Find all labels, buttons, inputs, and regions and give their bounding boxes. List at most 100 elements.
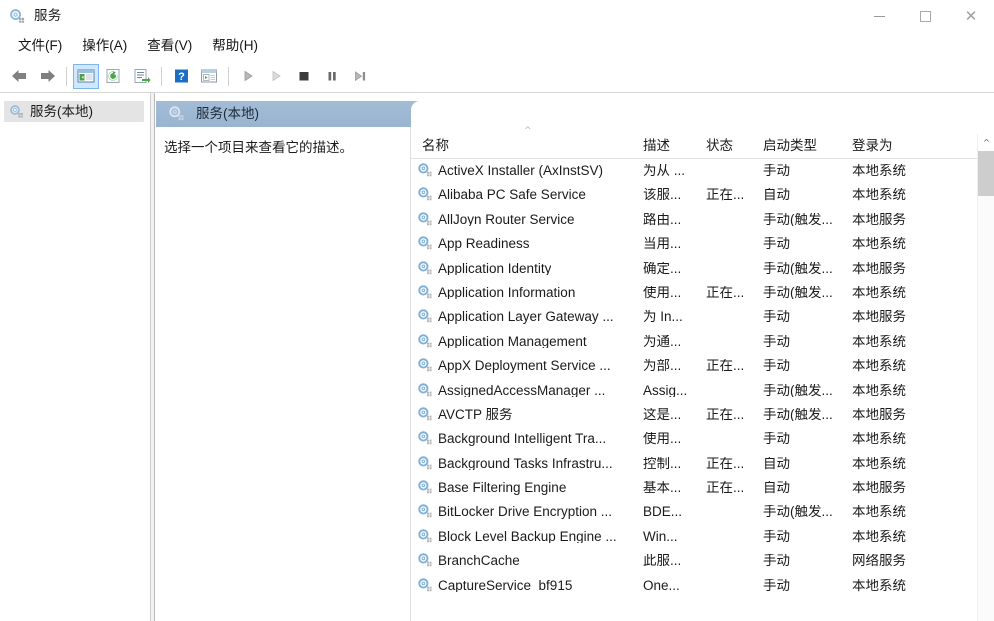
service-name-cell: Application Identity <box>438 261 552 276</box>
service-description-cell: 确定... <box>643 261 682 276</box>
column-header-name[interactable]: 名称 <box>422 134 449 153</box>
service-name-cell: BranchCache <box>438 554 520 568</box>
service-description-cell: 此服... <box>643 554 682 568</box>
column-headers: 名称 描述 状态 启动类型 登录为 <box>411 134 977 159</box>
service-gear-icon <box>417 260 434 277</box>
service-logon-cell: 本地服务 <box>852 212 906 227</box>
table-row[interactable]: Block Level Backup Engine ... Win... 手动 本地系… <box>411 525 977 549</box>
table-row[interactable]: Background Tasks Infrastru... 控制... 正在... 自… <box>411 452 977 476</box>
services-gear-icon <box>9 8 26 25</box>
service-startup-type-cell: 手动(触发... <box>763 212 833 227</box>
scrollbar-track[interactable] <box>978 151 994 621</box>
service-gear-icon <box>417 503 434 520</box>
service-logon-cell: 本地系统 <box>852 578 906 593</box>
refresh-icon[interactable] <box>101 64 127 89</box>
service-name-cell: Application Layer Gateway ... <box>438 310 614 324</box>
forward-arrow-icon[interactable] <box>34 64 60 89</box>
menu-bar: 文件(F) 操作(A) 查看(V) 帮助(H) <box>0 32 994 60</box>
service-name-cell: CaptureService_bf915 <box>438 578 573 593</box>
service-description-cell: 控制... <box>643 456 682 471</box>
table-row[interactable]: BranchCache 此服... 手动 网络服务 <box>411 549 977 573</box>
service-status-cell: 正在... <box>706 456 745 471</box>
column-header-startup[interactable]: 启动类型 <box>763 134 817 153</box>
table-row[interactable]: Alibaba PC Safe Service 该服... 正在... 自动 本地系统 <box>411 183 977 207</box>
service-startup-type-cell: 手动(触发... <box>763 261 833 276</box>
service-logon-cell: 网络服务 <box>852 554 906 568</box>
service-name-cell: Base Filtering Engine <box>438 481 567 495</box>
maximize-icon[interactable] <box>902 0 948 32</box>
service-status-cell: 正在... <box>706 407 745 422</box>
table-row[interactable]: Application Management 为通... 手动 本地系统 <box>411 330 977 354</box>
service-name-cell: Application Information <box>438 285 576 300</box>
show-hide-console-tree-icon[interactable] <box>73 63 99 89</box>
service-name-cell: AVCTP 服务 <box>438 407 513 422</box>
properties-icon[interactable] <box>196 64 222 89</box>
vertical-scrollbar[interactable]: ^ <box>977 134 994 621</box>
table-row[interactable]: CaptureService_bf915 One... 手动 本地系统 <box>411 574 977 598</box>
table-row[interactable]: Application Layer Gateway ... 为 In... 手动 本地… <box>411 305 977 329</box>
table-row[interactable]: Base Filtering Engine 基本... 正在... 自动 本地服务 <box>411 476 977 500</box>
service-startup-type-cell: 手动 <box>763 310 790 324</box>
service-gear-icon <box>417 430 434 447</box>
column-header-description[interactable]: 描述 <box>643 134 670 153</box>
export-list-icon[interactable] <box>129 64 155 89</box>
restart-service-icon[interactable] <box>347 64 373 89</box>
table-row[interactable]: AppX Deployment Service ... 为部... 正在... 手动 本… <box>411 354 977 378</box>
service-logon-cell: 本地系统 <box>852 285 906 300</box>
service-description-cell: 为从 ... <box>643 164 686 178</box>
service-gear-icon <box>417 455 434 472</box>
table-row[interactable]: AssignedAccessManager ... Assig... 手动(触发..… <box>411 379 977 403</box>
start-service-icon[interactable] <box>235 64 261 89</box>
close-icon[interactable]: ✕ <box>948 0 994 32</box>
back-arrow-icon[interactable] <box>6 64 32 89</box>
table-row[interactable]: BitLocker Drive Encryption ... BDE... 手动(触… <box>411 500 977 524</box>
table-row[interactable]: ActiveX Installer (AxInstSV) 为从 ... 手动 本地系统 <box>411 159 977 183</box>
service-startup-type-cell: 手动(触发... <box>763 383 833 398</box>
service-logon-cell: 本地系统 <box>852 529 906 544</box>
pane-splitter[interactable] <box>150 93 155 621</box>
service-description-cell: 使用... <box>643 285 682 300</box>
main-panel: 服务(本地) 选择一个项目来查看它的描述。 ^ 名称 描述 状态 启动类型 登录… <box>156 93 994 621</box>
stop-service-icon[interactable] <box>291 64 317 89</box>
service-logon-cell: 本地服务 <box>852 310 906 324</box>
service-description-cell: 该服... <box>643 188 682 202</box>
table-row[interactable]: Application Information 使用... 正在... 手动(触发..… <box>411 281 977 305</box>
scrollbar-thumb[interactable] <box>978 151 994 196</box>
sidebar-item-services-local[interactable]: 服务(本地) <box>4 101 144 122</box>
service-gear-icon <box>417 528 434 545</box>
service-description-cell: 路由... <box>643 212 682 227</box>
menu-file[interactable]: 文件(F) <box>10 36 70 57</box>
help-icon[interactable]: ? <box>168 64 194 89</box>
service-startup-type-cell: 手动 <box>763 359 790 373</box>
scroll-up-icon[interactable]: ^ <box>978 134 994 151</box>
service-logon-cell: 本地服务 <box>852 261 906 276</box>
column-header-status[interactable]: 状态 <box>706 134 733 153</box>
services-gear-icon <box>168 105 186 123</box>
table-row[interactable]: AVCTP 服务 这是... 正在... 手动(触发... 本地服务 <box>411 403 977 427</box>
menu-help[interactable]: 帮助(H) <box>204 36 266 57</box>
pause-service-icon[interactable] <box>319 64 345 89</box>
menu-action[interactable]: 操作(A) <box>74 36 135 57</box>
menu-view[interactable]: 查看(V) <box>139 36 200 57</box>
service-description-cell: 使用... <box>643 432 682 446</box>
service-status-cell: 正在... <box>706 285 745 300</box>
table-row[interactable]: App Readiness 当用... 手动 本地系统 <box>411 232 977 256</box>
service-gear-icon <box>417 186 434 203</box>
toolbar: ? <box>0 60 994 93</box>
service-logon-cell: 本地系统 <box>852 432 906 446</box>
service-logon-cell: 本地系统 <box>852 505 906 519</box>
column-header-logon[interactable]: 登录为 <box>852 134 893 153</box>
table-row[interactable]: Background Intelligent Tra... 使用... 手动 本地系统 <box>411 427 977 451</box>
service-logon-cell: 本地系统 <box>852 359 906 373</box>
resume-service-icon[interactable] <box>263 64 289 89</box>
table-row[interactable]: Application Identity 确定... 手动(触发... 本地服务 <box>411 257 977 281</box>
service-logon-cell: 本地系统 <box>852 188 906 202</box>
service-logon-cell: 本地系统 <box>852 334 906 349</box>
table-row[interactable]: AllJoyn Router Service 路由... 手动(触发... 本地服务 <box>411 208 977 232</box>
service-description-cell: 为 In... <box>643 310 683 324</box>
service-description-cell: One... <box>643 578 680 593</box>
service-startup-type-cell: 手动(触发... <box>763 285 833 300</box>
service-startup-type-cell: 手动 <box>763 529 790 544</box>
minimize-icon[interactable] <box>856 0 902 32</box>
service-name-cell: Application Management <box>438 334 587 349</box>
